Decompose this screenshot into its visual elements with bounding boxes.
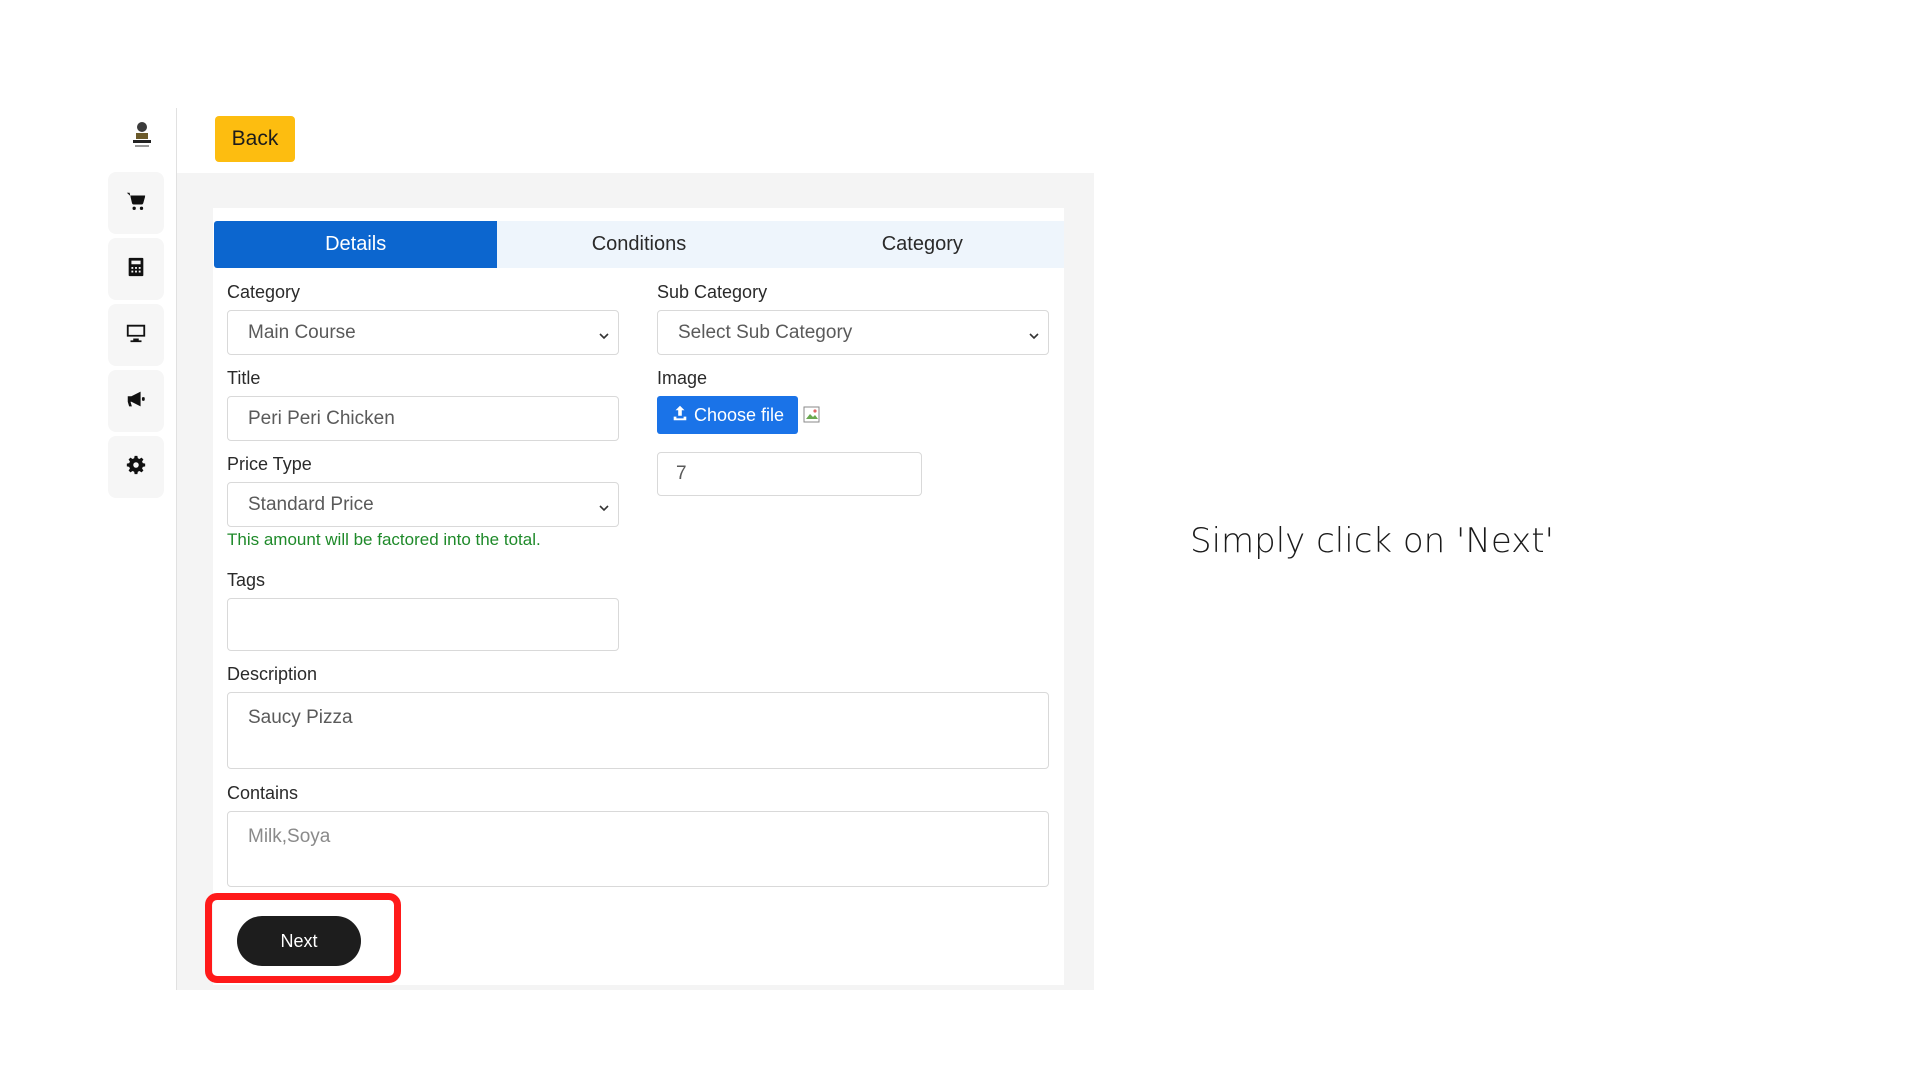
price-type-label: Price Type	[227, 454, 312, 474]
restaurant-logo	[130, 120, 154, 150]
title-label: Title	[227, 368, 261, 388]
price-type-select[interactable]: Standard Price	[227, 482, 619, 527]
sidebar-item-calculator[interactable]	[108, 238, 164, 300]
calculator-icon	[125, 256, 147, 283]
price-type-value: Standard Price	[248, 493, 374, 515]
back-button[interactable]: Back	[215, 116, 295, 162]
form-tabs: Details Conditions Category	[214, 221, 1064, 268]
description-label: Description	[227, 664, 318, 684]
tab-details[interactable]: Details	[214, 221, 498, 268]
tags-input[interactable]	[227, 598, 619, 651]
category-label: Category	[227, 282, 301, 302]
sub-category-select[interactable]: Select Sub Category	[657, 310, 1049, 355]
description-value: Saucy Pizza	[248, 707, 353, 728]
sidebar-item-settings[interactable]	[108, 436, 164, 498]
sidebar-item-monitor[interactable]	[108, 304, 164, 366]
sub-category-value: Select Sub Category	[678, 321, 853, 343]
chevron-down-icon	[598, 326, 610, 339]
broken-image-icon	[803, 405, 822, 424]
monitor-icon	[125, 322, 147, 349]
next-button[interactable]: Next	[237, 916, 361, 966]
tab-category[interactable]: Category	[780, 221, 1064, 268]
sidebar-item-cart[interactable]	[108, 172, 164, 234]
chevron-down-icon	[598, 498, 610, 511]
price-hint: This amount will be factored into the to…	[227, 530, 541, 549]
contains-label: Contains	[227, 783, 299, 803]
upload-icon	[671, 404, 689, 427]
sub-category-label: Sub Category	[657, 282, 768, 302]
contains-value: Milk,Soya	[248, 826, 331, 847]
choose-file-button[interactable]: Choose file	[657, 396, 798, 434]
instruction-text: Simply click on 'Next'	[1190, 521, 1554, 561]
title-input[interactable]: Peri Peri Chicken	[227, 396, 619, 441]
choose-file-label: Choose file	[693, 404, 785, 425]
gear-icon	[125, 454, 147, 481]
cart-icon	[125, 190, 147, 217]
description-textarea[interactable]: Saucy Pizza	[227, 692, 1049, 769]
sidebar-item-marketing[interactable]	[108, 370, 164, 432]
tab-conditions[interactable]: Conditions	[497, 221, 781, 268]
category-value: Main Course	[248, 321, 356, 343]
title-value: Peri Peri Chicken	[248, 407, 395, 429]
megaphone-icon	[125, 388, 147, 415]
image-label: Image	[657, 368, 708, 388]
tags-label: Tags	[227, 570, 266, 590]
quantity-input[interactable]: 7	[657, 452, 922, 496]
quantity-value: 7	[676, 463, 687, 484]
chevron-down-icon	[1028, 326, 1040, 339]
contains-textarea[interactable]: Milk,Soya	[227, 811, 1049, 887]
category-select[interactable]: Main Course	[227, 310, 619, 355]
